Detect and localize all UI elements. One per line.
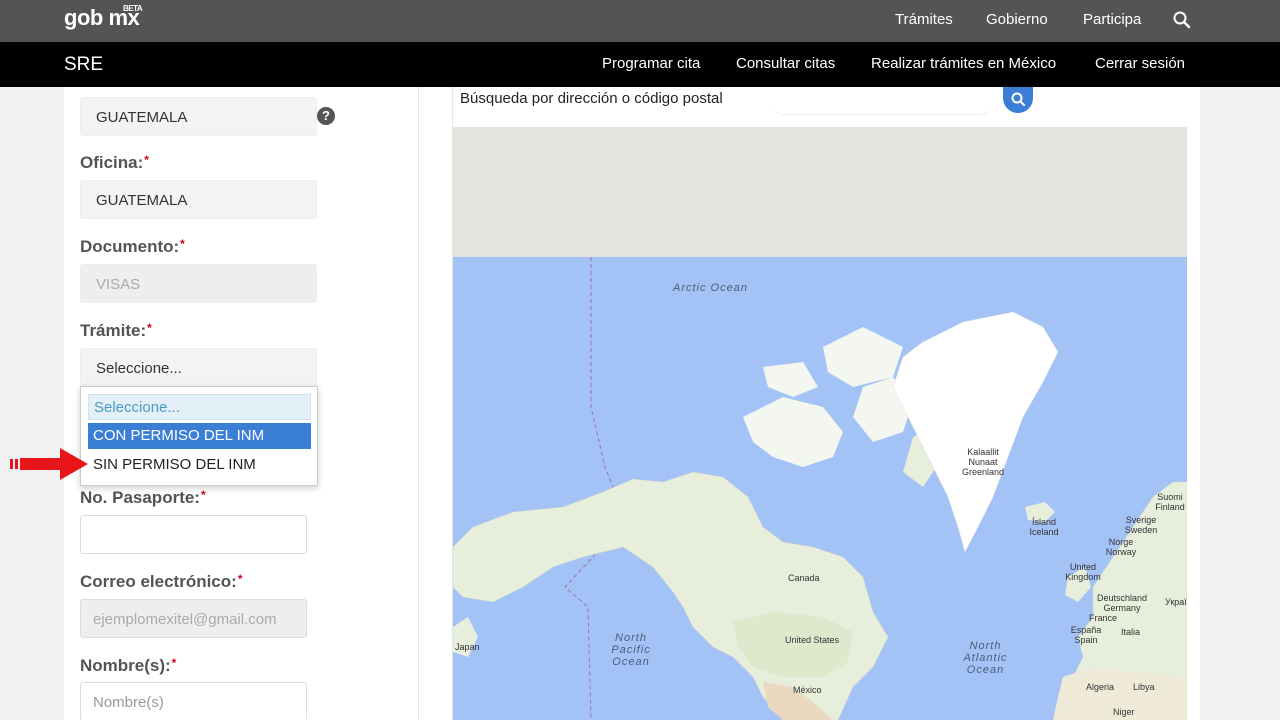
map-grey-area	[453, 127, 1187, 257]
help-icon[interactable]: ?	[317, 107, 335, 125]
map-panel: Búsqueda por dirección o código postal A…	[452, 87, 1187, 720]
map-label-arctic-ocean: Arctic Ocean	[673, 282, 748, 294]
map-label-niger: Niger	[1113, 707, 1135, 717]
documento-select[interactable]: VISAS	[80, 264, 317, 303]
tramite-option-sin-permiso[interactable]: SIN PERMISO DEL INM	[88, 452, 311, 478]
documento-label: Documento:*	[80, 237, 185, 256]
top-navbar: gob mx BETA Trámites Gobierno Participa	[0, 0, 1280, 42]
map-label-algeria: Algeria	[1086, 682, 1115, 692]
map-label-spain: España Spain	[1070, 625, 1102, 645]
red-arrow-icon	[10, 448, 88, 480]
sre-navbar: SRE Programar cita Consultar citas Reali…	[0, 42, 1280, 87]
map-label-iceland: Ísland Iceland	[1029, 517, 1059, 537]
nav-consultar-citas[interactable]: Consultar citas	[736, 55, 835, 72]
map-search-label: Búsqueda por dirección o código postal	[460, 90, 723, 107]
pasaporte-label: No. Pasaporte:*	[80, 488, 206, 507]
correo-label: Correo electrónico:*	[80, 572, 243, 591]
logo-beta-badge: BETA	[123, 4, 143, 13]
map-search-bar: Búsqueda por dirección o código postal	[453, 87, 1187, 127]
map-search-input[interactable]	[770, 87, 995, 115]
logo-gob: gob	[64, 5, 103, 30]
map-label-north-pacific: North Pacific Ocean	[611, 632, 651, 668]
tramite-label: Trámite:*	[80, 321, 152, 340]
map-label-japan: Japan	[455, 642, 480, 652]
map-search-button[interactable]	[1003, 87, 1033, 113]
map-label-united-states: United States	[785, 635, 840, 645]
map-label-mexico: México	[793, 685, 822, 695]
nombre-label: Nombre(s):*	[80, 656, 177, 675]
map-label-uk: United Kingdom	[1065, 562, 1101, 582]
map-label-canada: Canada	[788, 573, 820, 583]
gobmx-logo[interactable]: gob mx BETA	[64, 4, 143, 31]
map-label-france: France	[1089, 613, 1118, 623]
nav-realizar-tramites[interactable]: Realizar trámites en México	[871, 55, 1056, 72]
search-icon[interactable]	[1172, 10, 1192, 30]
map-label-libya: Libya	[1133, 682, 1155, 692]
nav-gobierno[interactable]: Gobierno	[986, 0, 1048, 42]
sre-title[interactable]: SRE	[64, 54, 103, 76]
correo-input[interactable]: ejemplomexitel@gmail.com	[80, 599, 307, 638]
search-icon	[1011, 92, 1026, 107]
map-label-finland: Suomi Finland	[1155, 492, 1185, 512]
nav-cerrar-sesion[interactable]: Cerrar sesión	[1095, 55, 1185, 72]
main-content: GUATEMALA ? Oficina:* GUATEMALA Document…	[64, 87, 1200, 720]
map-label-germany: Deutschland Germany	[1096, 593, 1148, 613]
map-land-shapes	[453, 257, 1187, 720]
map-label-sweden: Sverige Sweden	[1124, 515, 1158, 535]
tramite-option-seleccione[interactable]: Seleccione...	[88, 394, 311, 420]
oficina-label: Oficina:*	[80, 153, 149, 172]
map-label-italy: Italia	[1121, 627, 1141, 637]
map-label-north-atlantic: North Atlantic Ocean	[963, 640, 1008, 676]
oficina-select[interactable]: GUATEMALA	[80, 180, 317, 219]
appointment-form: GUATEMALA ? Oficina:* GUATEMALA Document…	[64, 87, 419, 720]
nav-participa[interactable]: Participa	[1083, 0, 1141, 42]
map-label-greenland: Kalaallit Nunaat Greenland	[961, 447, 1005, 477]
tramite-option-con-permiso[interactable]: CON PERMISO DEL INM	[88, 423, 311, 449]
map-label-ukraine: Україна	[1165, 597, 1187, 607]
tramite-select[interactable]: Seleccione...	[80, 348, 317, 387]
nombre-input[interactable]: Nombre(s)	[80, 682, 307, 720]
pais-select[interactable]: GUATEMALA	[80, 97, 317, 136]
pasaporte-input[interactable]	[80, 515, 307, 554]
tramite-dropdown-list: Seleccione... CON PERMISO DEL INM SIN PE…	[80, 386, 318, 486]
nav-programar-cita[interactable]: Programar cita	[602, 55, 700, 72]
nav-tramites[interactable]: Trámites	[895, 0, 953, 42]
map-label-norway: Norge Norway	[1105, 537, 1137, 557]
world-map[interactable]: Arctic Ocean North Pacific Ocean North A…	[453, 257, 1187, 720]
